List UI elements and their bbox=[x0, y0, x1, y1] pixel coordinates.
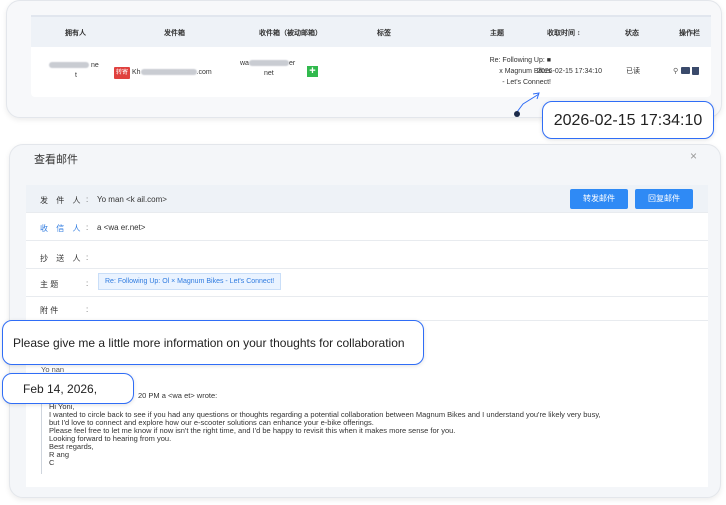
message-line: C bbox=[49, 458, 55, 467]
to-value: a <wa er.net> bbox=[97, 223, 146, 232]
dialog-title: 查看邮件 bbox=[34, 154, 78, 166]
to-row: 收 信 人 : a <wa er.net> bbox=[26, 213, 708, 241]
header-to-mailbox[interactable]: 收件箱（被动邮箱） bbox=[259, 28, 322, 38]
to-label: 收 信 人 bbox=[40, 224, 84, 233]
from-address-suffix: .com bbox=[196, 69, 212, 76]
to-address-tail: net bbox=[264, 70, 274, 77]
from-value: Yo man <k ail.com> bbox=[97, 195, 167, 204]
from-address-prefix: Kh bbox=[131, 69, 141, 76]
header-owner[interactable]: 拥有人 bbox=[65, 28, 86, 38]
trash-icon[interactable] bbox=[692, 66, 700, 75]
redacted-owner bbox=[49, 62, 89, 69]
link-icon[interactable]: ⚲ bbox=[673, 68, 678, 75]
to-address-prefix: wa bbox=[240, 60, 249, 67]
header-status[interactable]: 状态 bbox=[625, 28, 639, 38]
callout-pointer bbox=[514, 92, 540, 117]
received-time-cell: 2026-02-15 17:34:10 bbox=[537, 68, 602, 75]
owner-cell: ne t bbox=[49, 61, 99, 81]
quote-header: 20 PM a <wa et> wrote: bbox=[138, 391, 218, 400]
subject-line-1: Re: Following Up: ■ bbox=[489, 57, 551, 64]
add-tag-button[interactable]: + bbox=[307, 66, 318, 77]
from-row: 发 件 人 : Yo man <k ail.com> 转发邮件 回复邮件 bbox=[26, 185, 708, 213]
from-label: 发 件 人 bbox=[40, 196, 84, 205]
subject-line-3: - Let's Connect! bbox=[502, 79, 551, 86]
subject-chip: Re: Following Up: Ol × Magnum Bikes - Le… bbox=[98, 273, 282, 290]
attachment-row: 附 件 : bbox=[26, 297, 708, 321]
header-subject[interactable]: 主题 bbox=[490, 28, 504, 38]
mail-list-table: 拥有人 发件箱 收件箱（被动邮箱） 标签 主题 收取时间 ↕ 状态 操作栏 ne… bbox=[31, 15, 711, 97]
header-from-mailbox[interactable]: 发件箱 bbox=[164, 28, 185, 38]
cc-label: 抄 送 人 bbox=[40, 254, 84, 263]
forward-tag: 转寄 bbox=[114, 67, 131, 79]
mail-icon[interactable] bbox=[680, 67, 690, 75]
redacted-to bbox=[248, 60, 289, 67]
table-header: 拥有人 发件箱 收件箱（被动邮箱） 标签 主题 收取时间 ↕ 状态 操作栏 bbox=[31, 15, 711, 47]
forward-button[interactable]: 转发邮件 bbox=[570, 189, 628, 209]
redacted-from bbox=[140, 69, 197, 76]
attachment-colon: : bbox=[86, 305, 89, 314]
to-address-suffix: er bbox=[288, 60, 296, 67]
from-colon: : bbox=[86, 195, 89, 204]
owner-text: ne bbox=[90, 62, 99, 69]
attachment-label: 附 件 bbox=[40, 306, 59, 315]
close-icon[interactable]: × bbox=[690, 149, 697, 163]
from-cell: 转寄 Kh .com bbox=[114, 67, 212, 79]
to-cell: wa er net bbox=[240, 59, 295, 79]
subject-colon: : bbox=[86, 279, 89, 288]
cc-colon: : bbox=[86, 253, 89, 262]
annotation-callout-date: Feb 14, 2026, bbox=[2, 373, 134, 404]
subject-label: 主 题 bbox=[40, 280, 59, 289]
owner-text-line2: t bbox=[75, 72, 77, 79]
received-time-callout: 2026-02-15 17:34:10 bbox=[542, 101, 714, 139]
annotation-callout-note: Please give me a little more information… bbox=[2, 320, 424, 365]
header-tags[interactable]: 标签 bbox=[377, 28, 391, 38]
action-icons: ⚲ bbox=[673, 65, 700, 77]
subject-row: 主 题 : Re: Following Up: Ol × Magnum Bike… bbox=[26, 269, 708, 297]
reply-button[interactable]: 回复邮件 bbox=[635, 189, 693, 209]
to-colon: : bbox=[86, 223, 89, 232]
header-actions[interactable]: 操作栏 bbox=[679, 28, 700, 38]
header-received-time[interactable]: 收取时间 ↕ bbox=[547, 28, 580, 38]
status-cell: 已读 bbox=[626, 68, 640, 75]
cc-row: 抄 送 人 : bbox=[26, 241, 708, 269]
quote-border bbox=[41, 402, 42, 474]
